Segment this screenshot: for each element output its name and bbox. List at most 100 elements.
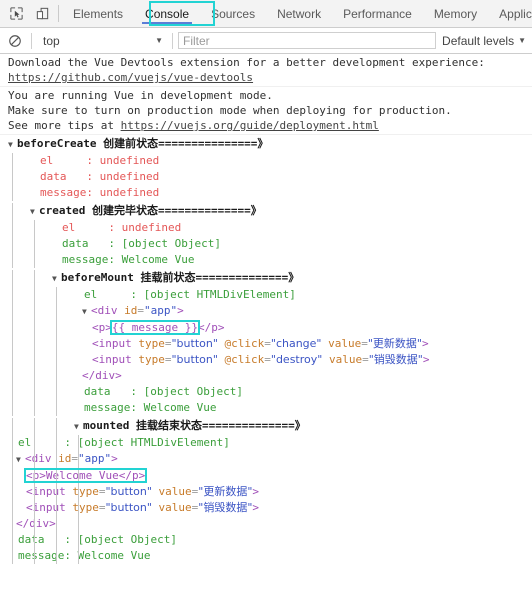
dom-attr-name: type bbox=[131, 353, 165, 366]
console-text: See more tips at bbox=[8, 119, 121, 132]
kv-key: data : [object Object] bbox=[18, 533, 177, 546]
disclosure-triangle-icon[interactable]: ▼ bbox=[16, 452, 25, 468]
tab-application[interactable]: Applicatio bbox=[488, 0, 532, 27]
dom-tag: <input bbox=[92, 353, 132, 366]
console-message-line: Download the Vue Devtools extension for … bbox=[0, 55, 532, 70]
console-row-content: ▼ <div id="app"> bbox=[0, 303, 184, 320]
tab-memory[interactable]: Memory bbox=[423, 0, 488, 27]
kv-key: el : [object HTMLDivElement] bbox=[84, 288, 296, 301]
console-row-content: <input type="button" @click="change" val… bbox=[0, 336, 429, 352]
dom-node-open: ▼ <div id="app"> bbox=[0, 451, 532, 468]
disclosure-triangle-icon[interactable]: ▼ bbox=[52, 271, 61, 287]
console-message: Download the Vue Devtools extension for … bbox=[0, 54, 532, 87]
console-kv-row: el : [object HTMLDivElement] bbox=[0, 435, 532, 451]
dom-attr-name: id bbox=[117, 304, 138, 317]
console-output[interactable]: Download the Vue Devtools extension for … bbox=[0, 54, 532, 601]
disclosure-triangle-icon[interactable]: ▼ bbox=[8, 137, 17, 153]
console-row-content: </div> bbox=[0, 516, 56, 532]
dom-tag-close: > bbox=[252, 501, 260, 514]
dom-p-text: <p>Welcome Vue</p> bbox=[26, 469, 146, 482]
console-row-content: data : undefined bbox=[0, 169, 159, 185]
dom-attr-name: value bbox=[151, 485, 192, 498]
console-message-line: You are running Vue in development mode. bbox=[0, 88, 532, 103]
disclosure-triangle-icon[interactable]: ▼ bbox=[30, 204, 39, 220]
console-row-content: el : undefined bbox=[0, 153, 159, 169]
tab-performance[interactable]: Performance bbox=[332, 0, 423, 27]
console-group: ▼ beforeCreate 创建前状态===============》 el : … bbox=[0, 135, 532, 202]
tab-network-label: Network bbox=[277, 6, 322, 21]
console-group-header: ▼ created 创建完毕状态==============》 bbox=[0, 203, 532, 220]
dom-node-open: ▼ <div id="app"> bbox=[0, 303, 532, 320]
kv-key: message: undefined bbox=[40, 186, 160, 199]
tab-sources-label: Sources bbox=[211, 6, 256, 21]
console-row-content: ▼ beforeMount 挂载前状态==============》 bbox=[0, 270, 299, 287]
devtools-panel: Elements Console Sources Network Perform… bbox=[0, 0, 532, 601]
execution-context-select[interactable]: top ▼ bbox=[37, 34, 167, 48]
tab-elements[interactable]: Elements bbox=[62, 0, 134, 27]
dom-attr-value: "button" bbox=[171, 337, 218, 350]
chevron-down-icon-levels: ▼ bbox=[518, 35, 526, 45]
lifecycle-hook-rule: ==============》 bbox=[195, 271, 300, 284]
console-message-line: See more tips at https://vuejs.org/guide… bbox=[0, 118, 532, 133]
console-row-content: el : [object HTMLDivElement] bbox=[0, 287, 296, 303]
tab-memory-label: Memory bbox=[433, 6, 478, 21]
mustache-expression: {{ message }} bbox=[111, 321, 198, 334]
dom-attr-value: "更新数据" bbox=[367, 337, 422, 350]
disclosure-triangle-icon[interactable]: ▼ bbox=[74, 419, 83, 435]
console-group: ▼ created 创建完毕状态==============》 el : undef… bbox=[0, 202, 532, 269]
tab-sources[interactable]: Sources bbox=[200, 0, 266, 27]
inspect-element-icon[interactable] bbox=[6, 4, 26, 24]
console-filterbar: top ▼ Default levels ▼ bbox=[0, 28, 532, 54]
console-kv-row: message: undefined bbox=[0, 185, 532, 201]
dom-attr-name: @click bbox=[217, 353, 265, 366]
kv-key: data : [object Object] bbox=[62, 237, 221, 250]
filterbar-divider-1 bbox=[31, 32, 32, 49]
execution-context-value: top bbox=[43, 33, 60, 48]
console-row-content: </div> bbox=[0, 368, 122, 384]
dom-attr-name: type bbox=[65, 501, 99, 514]
console-kv-row: message: Welcome Vue bbox=[0, 252, 532, 268]
dom-tag: <input bbox=[26, 501, 66, 514]
dom-node-child: <input type="button" value="销毁数据"> bbox=[0, 500, 532, 516]
dom-node-child: <p>{{ message }}</p> bbox=[0, 320, 532, 336]
tab-network[interactable]: Network bbox=[266, 0, 332, 27]
log-levels-select[interactable]: Default levels ▼ bbox=[440, 34, 532, 48]
dom-attr-eq: = bbox=[164, 337, 172, 350]
lifecycle-hook-name: mounted bbox=[83, 419, 136, 432]
dom-attr-eq: = bbox=[361, 337, 368, 350]
console-kv-row: data : undefined bbox=[0, 169, 532, 185]
clear-console-icon[interactable] bbox=[4, 30, 26, 52]
console-row-content: message: Welcome Vue bbox=[0, 548, 150, 564]
dom-attr-eq: = bbox=[71, 452, 78, 465]
dom-attr-value: "button" bbox=[105, 485, 152, 498]
tab-console[interactable]: Console bbox=[134, 0, 200, 27]
console-row-content: <input type="button" value="销毁数据"> bbox=[0, 500, 259, 516]
console-group: ▼ mounted 挂载结束状态==============》 el : [obje… bbox=[0, 417, 532, 565]
console-row-content: ▼ beforeCreate 创建前状态===============》 bbox=[0, 136, 268, 153]
console-link[interactable]: https://vuejs.org/guide/deployment.html bbox=[121, 119, 379, 132]
disclosure-triangle-icon[interactable]: ▼ bbox=[82, 304, 91, 320]
filter-input[interactable] bbox=[178, 32, 437, 49]
console-text: You are running Vue in development mode. bbox=[8, 89, 273, 102]
filterbar-divider-2 bbox=[172, 32, 173, 49]
dom-attr-eq: = bbox=[362, 353, 369, 366]
lifecycle-hook-title: 挂载前状态 bbox=[140, 271, 196, 284]
lifecycle-hook-rule: ===============》 bbox=[158, 137, 269, 150]
console-link[interactable]: https://github.com/vuejs/vue-devtools bbox=[8, 71, 253, 84]
dom-close-tag: </div> bbox=[16, 517, 56, 530]
console-kv-row: data : [object Object] bbox=[0, 532, 532, 548]
tab-elements-label: Elements bbox=[73, 6, 124, 21]
console-group-header: ▼ beforeCreate 创建前状态===============》 bbox=[0, 136, 532, 153]
dom-attr-eq: = bbox=[264, 337, 271, 350]
tab-performance-label: Performance bbox=[343, 6, 412, 21]
lifecycle-hook-rule: ==============》 bbox=[157, 204, 262, 217]
dom-node-child: <input type="button" @click="destroy" va… bbox=[0, 352, 532, 368]
dom-attr-value: "change" bbox=[270, 337, 322, 350]
device-toolbar-icon[interactable] bbox=[32, 4, 52, 24]
dom-open-tag-gt: > bbox=[111, 452, 118, 465]
dom-tag-close: > bbox=[422, 337, 429, 350]
console-row-content: message: Welcome Vue bbox=[0, 400, 216, 416]
console-row-content: ▼ created 创建完毕状态==============》 bbox=[0, 203, 262, 220]
console-row-content: <input type="button" value="更新数据"> bbox=[0, 484, 259, 500]
dom-node-child: <p>Welcome Vue</p> bbox=[0, 468, 532, 484]
